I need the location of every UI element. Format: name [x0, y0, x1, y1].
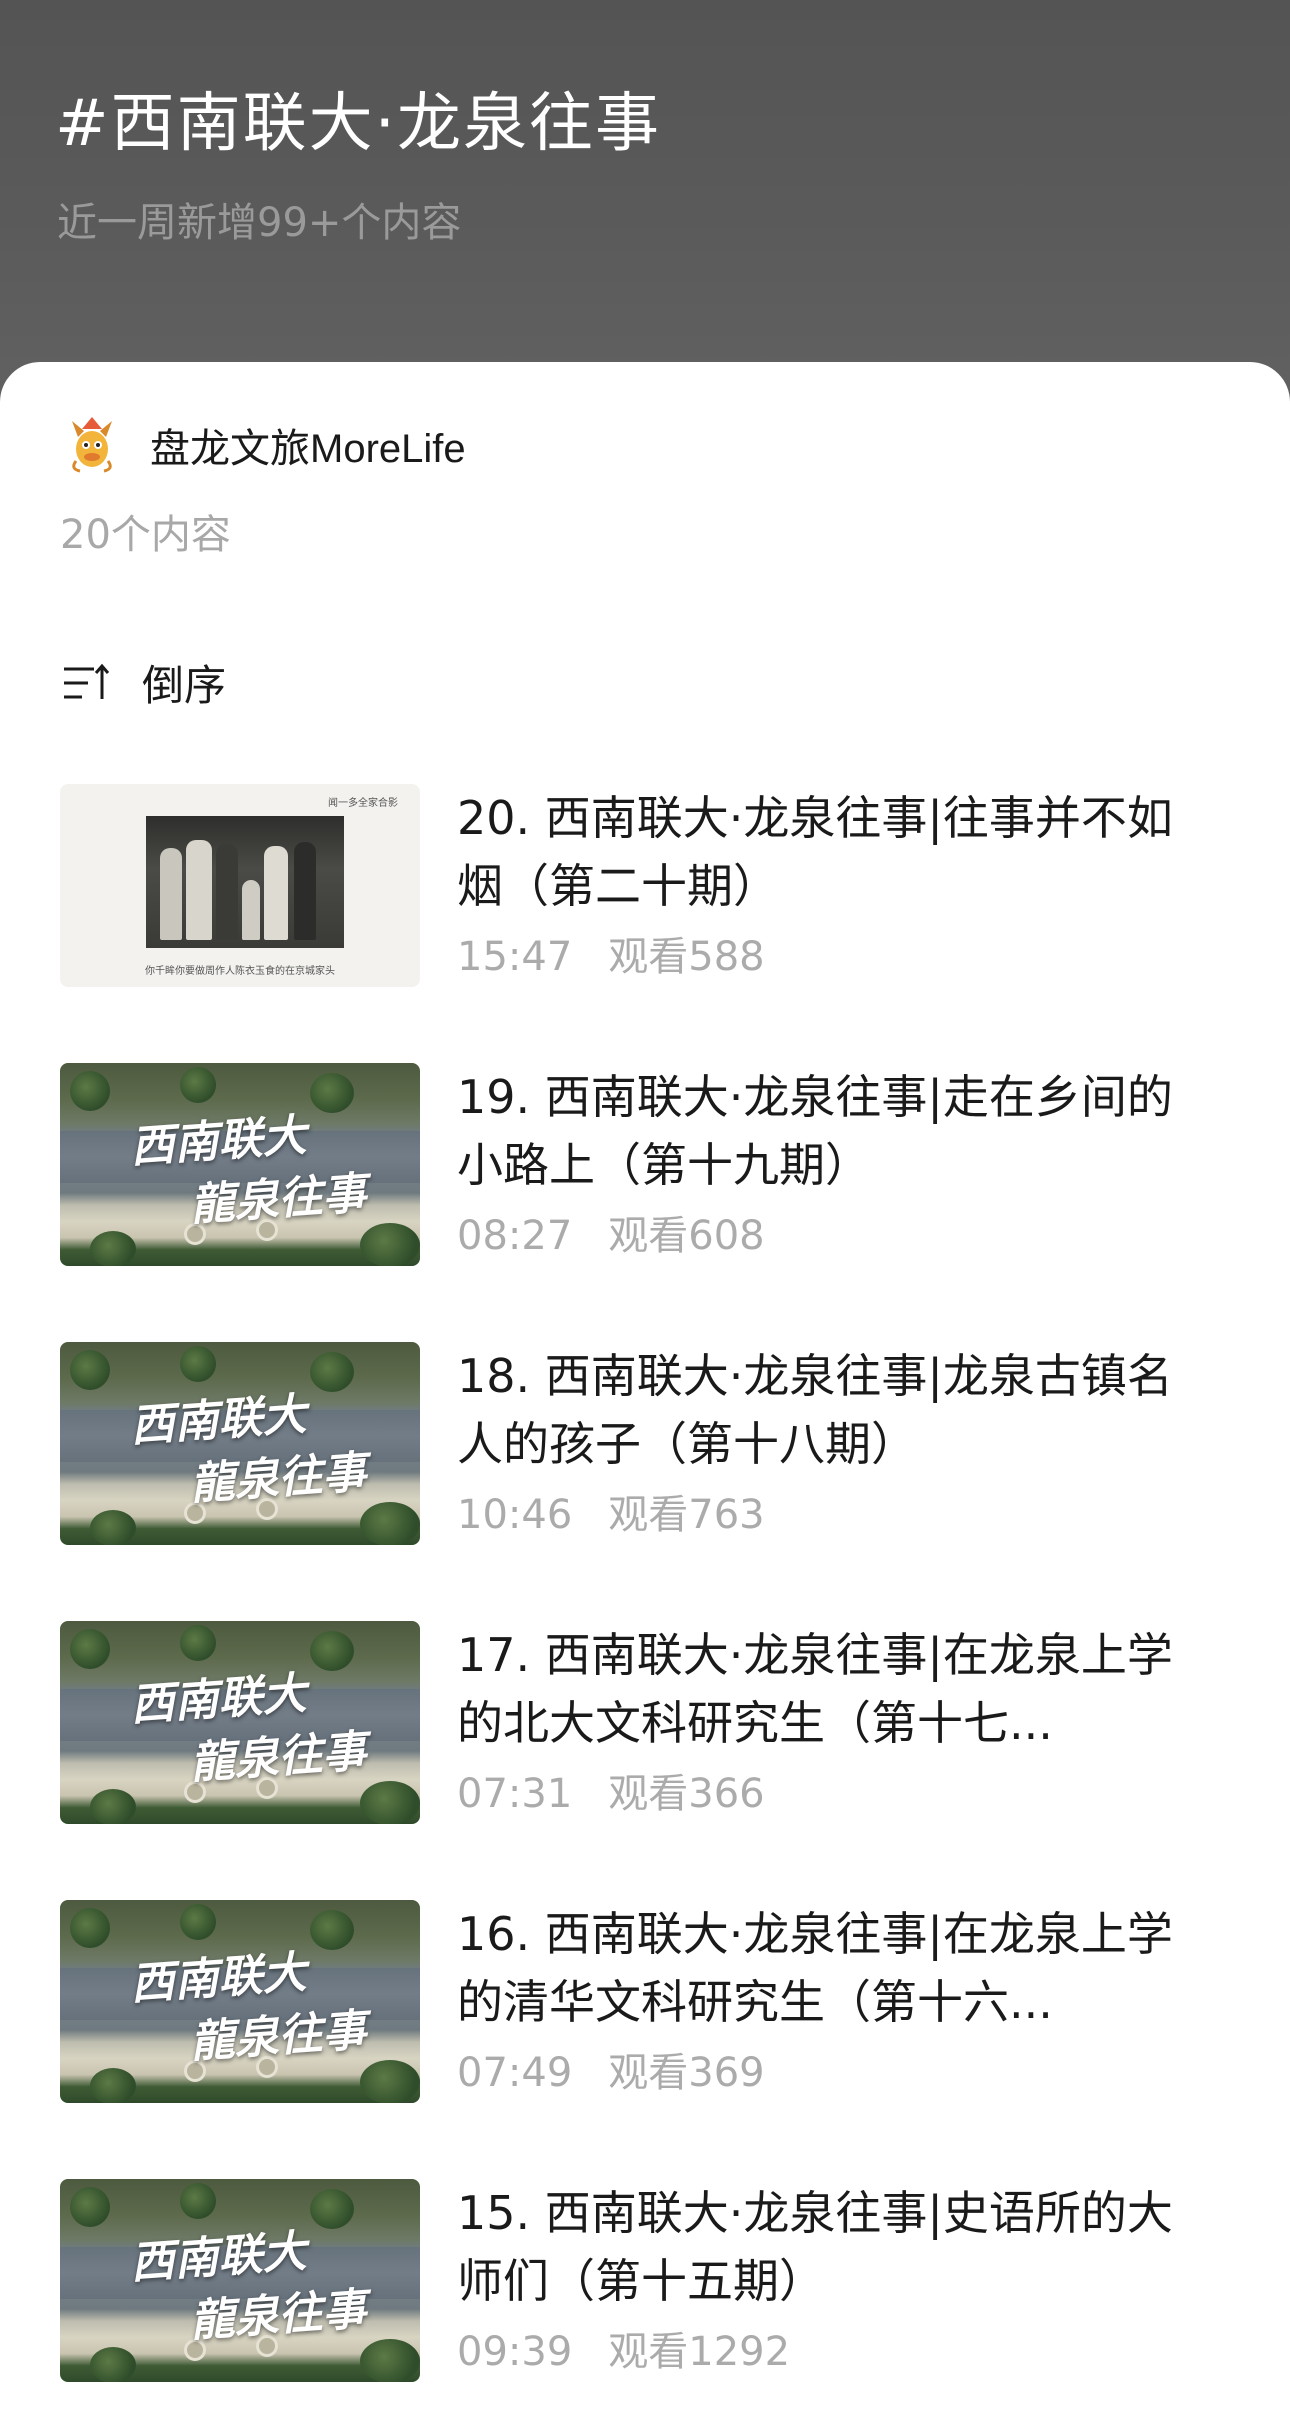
sort-descending-icon — [64, 663, 110, 699]
item-title[interactable]: 19. 西南联大·龙泉往事|走在乡间的小路上（第十九期） — [457, 1063, 1217, 1199]
creator-row[interactable]: 盘龙文旅MoreLife — [60, 410, 466, 480]
thumbnail-caption-top: 闻一多全家合影 — [328, 798, 398, 809]
thumbnail-caption-bottom: 你千眸你要做周作人陈衣玉食的在京城家头 — [145, 966, 335, 977]
video-thumbnail[interactable]: 闻一多全家合影 你千眸你要做周作人陈衣玉食的在京城家头 — [60, 784, 420, 987]
topic-title: #西南联大·龙泉往事 — [55, 87, 661, 161]
video-thumbnail[interactable]: 西南联大 龍泉往事 — [60, 1342, 420, 1545]
item-title[interactable]: 18. 西南联大·龙泉往事|龙泉古镇名人的孩子（第十八期） — [457, 1342, 1217, 1478]
content-count: 20个内容 — [60, 512, 231, 558]
item-duration: 10:46 — [457, 1492, 573, 1538]
item-meta: 09:39 观看1292 — [457, 2319, 1217, 2377]
topic-subtitle: 近一周新增99+个内容 — [57, 200, 462, 246]
item-duration: 07:49 — [457, 2050, 573, 2096]
item-views: 观看588 — [608, 934, 765, 980]
item-views: 观看1292 — [608, 2329, 791, 2375]
item-meta: 10:46 观看763 — [457, 1482, 1217, 1540]
list-item[interactable]: 西南联大 龍泉往事 16. 西南联大·龙泉往事|在龙泉上学的清华文科研究生（第十… — [0, 1900, 1290, 2110]
item-title[interactable]: 16. 西南联大·龙泉往事|在龙泉上学的清华文科研究生（第十六... — [457, 1900, 1217, 2036]
thumbnail-calligraphy: 龍泉往事 — [188, 1725, 368, 1790]
historical-photo — [146, 816, 344, 948]
item-duration: 15:47 — [457, 934, 573, 980]
video-thumbnail[interactable]: 西南联大 龍泉往事 — [60, 1621, 420, 1824]
item-duration: 09:39 — [457, 2329, 573, 2375]
item-views: 观看608 — [608, 1213, 765, 1259]
item-title[interactable]: 17. 西南联大·龙泉往事|在龙泉上学的北大文科研究生（第十七... — [457, 1621, 1217, 1757]
item-duration: 07:31 — [457, 1771, 573, 1817]
item-title[interactable]: 15. 西南联大·龙泉往事|史语所的大师们（第十五期） — [457, 2179, 1217, 2315]
sort-label: 倒序 — [142, 661, 227, 710]
item-views: 观看369 — [608, 2050, 765, 2096]
item-meta: 08:27 观看608 — [457, 1203, 1217, 1261]
thumbnail-calligraphy: 龍泉往事 — [188, 1446, 368, 1511]
item-duration: 08:27 — [457, 1213, 573, 1259]
item-views: 观看366 — [608, 1771, 765, 1817]
item-meta: 15:47 观看588 — [457, 924, 1217, 982]
list-item[interactable]: 西南联大 龍泉往事 15. 西南联大·龙泉往事|史语所的大师们（第十五期） 09… — [0, 2179, 1290, 2389]
topic-header: #西南联大·龙泉往事 近一周新增99+个内容 — [0, 0, 1290, 400]
list-item[interactable]: 西南联大 龍泉往事 19. 西南联大·龙泉往事|走在乡间的小路上（第十九期） 0… — [0, 1063, 1290, 1273]
sort-toggle[interactable]: 倒序 — [62, 652, 226, 713]
item-title[interactable]: 20. 西南联大·龙泉往事|往事并不如烟（第二十期） — [457, 784, 1217, 920]
list-item[interactable]: 闻一多全家合影 你千眸你要做周作人陈衣玉食的在京城家头 20. 西南联大·龙泉往… — [0, 784, 1290, 994]
thumbnail-calligraphy: 龍泉往事 — [188, 1167, 368, 1232]
item-views: 观看763 — [608, 1492, 765, 1538]
video-thumbnail[interactable]: 西南联大 龍泉往事 — [60, 1900, 420, 2103]
creator-name[interactable]: 盘龙文旅MoreLife — [150, 416, 466, 474]
item-meta: 07:49 观看369 — [457, 2040, 1217, 2098]
video-thumbnail[interactable]: 西南联大 龍泉往事 — [60, 2179, 420, 2382]
dragon-mascot-avatar-icon[interactable] — [60, 413, 124, 477]
video-thumbnail[interactable]: 西南联大 龍泉往事 — [60, 1063, 420, 1266]
list-item[interactable]: 西南联大 龍泉往事 17. 西南联大·龙泉往事|在龙泉上学的北大文科研究生（第十… — [0, 1621, 1290, 1831]
thumbnail-calligraphy: 龍泉往事 — [188, 2283, 368, 2348]
list-item[interactable]: 西南联大 龍泉往事 18. 西南联大·龙泉往事|龙泉古镇名人的孩子（第十八期） … — [0, 1342, 1290, 1552]
item-meta: 07:31 观看366 — [457, 1761, 1217, 1819]
thumbnail-calligraphy: 龍泉往事 — [188, 2004, 368, 2069]
collection-sheet: 盘龙文旅MoreLife 20个内容 倒序 闻一多全家合影 你千眸你要做周作人陈… — [0, 362, 1290, 2415]
